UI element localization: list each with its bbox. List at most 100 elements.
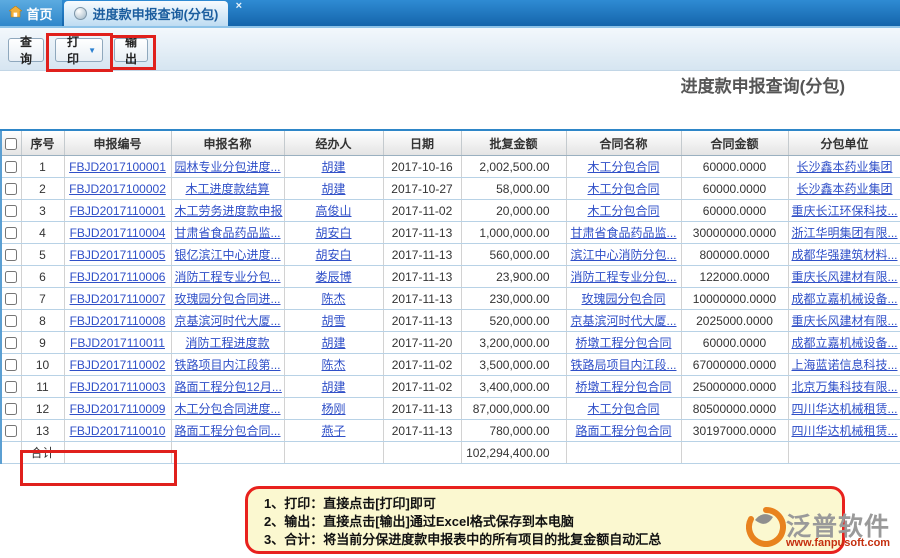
tab-home[interactable]: 首页 — [0, 0, 62, 26]
table-row: 4FBJD2017110004甘肃省食品药品监...胡安白2017-11-131… — [1, 222, 900, 244]
subcontractor-link[interactable]: 重庆长风建材有限... — [792, 270, 898, 284]
row-checkbox[interactable] — [5, 183, 17, 195]
application-name-link[interactable]: 园林专业分包进度... — [175, 160, 281, 174]
contract-name-link[interactable]: 京基滨河时代大厦... — [570, 314, 676, 328]
approved-amount: 1,000,000.00 — [461, 222, 566, 244]
contract-name-link[interactable]: 路面工程分包合同 — [575, 424, 671, 438]
row-checkbox[interactable] — [5, 271, 17, 283]
subcontractor-link[interactable]: 北京万集科技有限... — [792, 380, 898, 394]
contract-name-link[interactable]: 玫瑰园分包合同 — [581, 292, 665, 306]
application-number-link[interactable]: FBJD2017110006 — [70, 270, 166, 284]
subcontractor-link[interactable]: 四川华达机械租赁... — [792, 424, 898, 438]
contract-amount: 122000.0000 — [681, 266, 788, 288]
application-name-link[interactable]: 消防工程进度款 — [185, 336, 269, 350]
handler-link[interactable]: 娄辰博 — [315, 270, 351, 284]
row-checkbox[interactable] — [5, 293, 17, 305]
contract-name-link[interactable]: 桥墩工程分包合同 — [575, 336, 671, 350]
row-checkbox[interactable] — [5, 403, 17, 415]
tab-progress-payment-query[interactable]: 进度款申报查询(分包) × — [64, 1, 228, 26]
subcontractor-link[interactable]: 成都立嘉机械设备... — [792, 336, 898, 350]
handler-link[interactable]: 胡建 — [321, 336, 345, 350]
application-name-link[interactable]: 木工进度款结算 — [185, 182, 269, 196]
handler-link[interactable]: 胡安白 — [315, 226, 351, 240]
row-checkbox-cell — [1, 288, 21, 310]
row-checkbox[interactable] — [5, 205, 17, 217]
application-name-link[interactable]: 铁路项目内江段第... — [175, 358, 281, 372]
handler-link[interactable]: 胡建 — [321, 380, 345, 394]
application-number-link[interactable]: FBJD2017110011 — [70, 336, 165, 350]
contract-name-link[interactable]: 甘肃省食品药品监... — [570, 226, 676, 240]
application-name-link[interactable]: 木工分包合同进度... — [175, 402, 281, 416]
application-name-link[interactable]: 木工劳务进度款申报 — [175, 204, 283, 218]
row-seq: 9 — [21, 332, 64, 354]
handler-link[interactable]: 高俊山 — [315, 204, 351, 218]
contract-name-link[interactable]: 滨江中心消防分包... — [570, 248, 676, 262]
contract-name-link[interactable]: 桥墩工程分包合同 — [575, 380, 671, 394]
application-number-link[interactable]: FBJD2017110005 — [70, 248, 166, 262]
contract-name-link[interactable]: 木工分包合同 — [587, 160, 659, 174]
export-button[interactable]: 输出 — [114, 38, 148, 62]
contract-name-link[interactable]: 消防工程专业分包... — [570, 270, 676, 284]
application-number-link[interactable]: FBJD2017110007 — [70, 292, 166, 306]
row-checkbox[interactable] — [5, 337, 17, 349]
handler-link[interactable]: 胡建 — [321, 182, 345, 196]
select-all-checkbox[interactable] — [5, 138, 17, 150]
handler-link[interactable]: 燕子 — [321, 424, 345, 438]
subcontractor-link[interactable]: 成都华强建筑材料... — [792, 248, 898, 262]
handler-link[interactable]: 胡安白 — [315, 248, 351, 262]
handler-link[interactable]: 胡建 — [321, 160, 345, 174]
row-checkbox[interactable] — [5, 249, 17, 261]
vendor-url: www.fanpusoft.com — [786, 537, 890, 549]
subcontractor-link[interactable]: 浙江华明集团有限... — [792, 226, 898, 240]
application-name-link[interactable]: 路面工程分包12月... — [175, 380, 282, 394]
application-name-link[interactable]: 银亿滨江中心进度... — [175, 248, 281, 262]
application-name-link[interactable]: 京基滨河时代大厦... — [175, 314, 281, 328]
application-name-link[interactable]: 甘肃省食品药品监... — [175, 226, 281, 240]
application-number-link[interactable]: FBJD2017110009 — [70, 402, 166, 416]
application-number-link[interactable]: FBJD2017110001 — [70, 204, 166, 218]
table-row: 3FBJD2017110001木工劳务进度款申报高俊山2017-11-0220,… — [1, 200, 900, 222]
application-name-link[interactable]: 消防工程专业分包... — [175, 270, 281, 284]
tab-active-label: 进度款申报查询(分包) — [93, 4, 219, 23]
handler-link[interactable]: 杨刚 — [321, 402, 345, 416]
subcontractor-link[interactable]: 长沙鑫本药业集团 — [796, 182, 892, 196]
handler-link[interactable]: 胡雪 — [321, 314, 345, 328]
close-icon[interactable]: × — [236, 0, 242, 12]
subcontractor-link[interactable]: 四川华达机械租赁... — [792, 402, 898, 416]
subcontractor-link[interactable]: 重庆长江环保科技... — [792, 204, 898, 218]
row-checkbox[interactable] — [5, 381, 17, 393]
table-row: 12FBJD2017110009木工分包合同进度...杨刚2017-11-138… — [1, 398, 900, 420]
application-number-link[interactable]: FBJD2017110002 — [70, 358, 166, 372]
table-row: 7FBJD2017110007玫瑰园分包合同进...陈杰2017-11-1323… — [1, 288, 900, 310]
row-checkbox[interactable] — [5, 359, 17, 371]
application-name-link[interactable]: 路面工程分包合同... — [175, 424, 281, 438]
application-number-link[interactable]: FBJD2017110010 — [70, 424, 166, 438]
row-checkbox[interactable] — [5, 315, 17, 327]
handler-link[interactable]: 陈杰 — [321, 292, 345, 306]
application-number-link[interactable]: FBJD2017110004 — [70, 226, 166, 240]
contract-name-link[interactable]: 木工分包合同 — [587, 182, 659, 196]
contract-name-link[interactable]: 木工分包合同 — [587, 204, 659, 218]
query-button-label: 查询 — [15, 33, 37, 67]
subcontractor-link[interactable]: 重庆长风建材有限... — [792, 314, 898, 328]
header-application-name: 申报名称 — [171, 130, 284, 156]
subcontractor-link[interactable]: 长沙鑫本药业集团 — [796, 160, 892, 174]
row-checkbox[interactable] — [5, 161, 17, 173]
approved-amount: 3,200,000.00 — [461, 332, 566, 354]
subcontractor-link[interactable]: 上海蓝诺信息科技... — [792, 358, 898, 372]
contract-name-link[interactable]: 铁路局项目内江段... — [570, 358, 676, 372]
print-button[interactable]: 打印 ▼ — [55, 38, 103, 62]
row-checkbox[interactable] — [5, 425, 17, 437]
handler-link[interactable]: 陈杰 — [321, 358, 345, 372]
subcontractor-link[interactable]: 成都立嘉机械设备... — [792, 292, 898, 306]
application-number-link[interactable]: FBJD2017100001 — [69, 160, 166, 174]
application-number-link[interactable]: FBJD2017110008 — [70, 314, 166, 328]
row-checkbox-cell — [1, 156, 21, 178]
contract-name-link[interactable]: 木工分包合同 — [587, 402, 659, 416]
application-number-link[interactable]: FBJD2017100002 — [69, 182, 166, 196]
application-number-link[interactable]: FBJD2017110003 — [70, 380, 166, 394]
row-seq: 8 — [21, 310, 64, 332]
row-checkbox[interactable] — [5, 227, 17, 239]
application-name-link[interactable]: 玫瑰园分包合同进... — [175, 292, 281, 306]
query-button[interactable]: 查询 — [8, 38, 44, 62]
